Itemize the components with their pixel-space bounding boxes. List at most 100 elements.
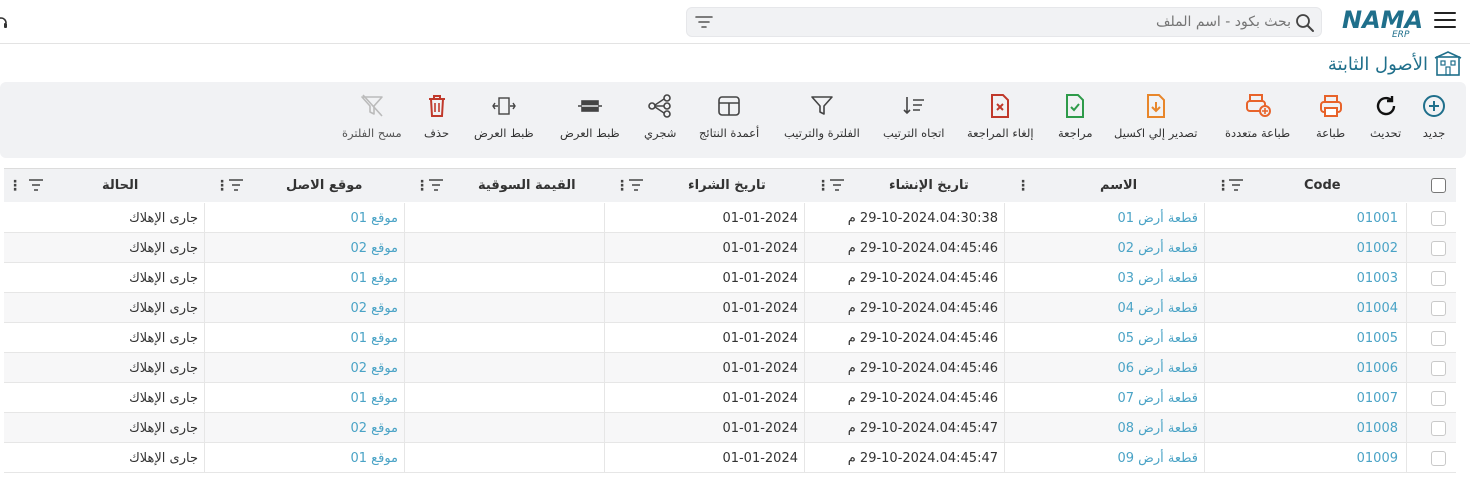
menu-hamburger-icon[interactable]	[1434, 12, 1456, 30]
cell-created: 29-10-2024.04:45:46 م	[847, 270, 998, 286]
table-row[interactable]: 01006 قطعة أرض 06 29-10-2024.04:45:46 م 01-…	[4, 353, 1456, 383]
cell-name[interactable]: قطعة أرض 03	[1117, 263, 1198, 293]
cell-code[interactable]: 01007	[1357, 383, 1398, 413]
column-menu-icon[interactable]: ⋮	[215, 169, 229, 202]
review-button[interactable]: مراجعة	[1058, 92, 1093, 140]
table-row[interactable]: 01001 قطعة أرض 01 29-10-2024.04:30:38 م 01-…	[4, 203, 1456, 233]
row-checkbox[interactable]	[1431, 210, 1446, 226]
cell-location[interactable]: موقع 02	[351, 293, 399, 323]
toolbar: جديد تحديث طباعة طباعة متعددة تصدير إلي …	[0, 82, 1466, 158]
row-checkbox[interactable]	[1431, 300, 1446, 316]
filter-lines-icon[interactable]	[695, 14, 713, 30]
row-checkbox[interactable]	[1431, 240, 1446, 256]
header-code[interactable]: Code	[1304, 169, 1341, 202]
select-all-checkbox[interactable]	[1431, 178, 1446, 193]
print-button[interactable]: طباعة	[1316, 92, 1345, 140]
result-columns-button[interactable]: أعمدة النتائج	[699, 92, 759, 140]
cell-code[interactable]: 01005	[1357, 323, 1398, 353]
column-menu-icon[interactable]: ⋮	[1016, 169, 1030, 202]
cell-name[interactable]: قطعة أرض 07	[1117, 383, 1198, 413]
building-icon	[1434, 51, 1462, 76]
column-filter-icon[interactable]	[1228, 179, 1244, 191]
cell-location[interactable]: موقع 01	[351, 323, 399, 353]
cell-status: جارى الإهلاك	[129, 420, 198, 436]
table-row[interactable]: 01005 قطعة أرض 05 29-10-2024.04:45:46 م 01-…	[4, 323, 1456, 353]
cell-code[interactable]: 01002	[1357, 233, 1398, 263]
search-input[interactable]	[771, 8, 1291, 36]
column-divider	[804, 443, 805, 473]
cell-location[interactable]: موقع 02	[351, 233, 399, 263]
column-menu-icon[interactable]: ⋮	[1216, 169, 1230, 202]
new-button[interactable]: جديد	[1422, 92, 1446, 140]
column-filter-icon[interactable]	[28, 179, 44, 191]
cell-name[interactable]: قطعة أرض 04	[1117, 293, 1198, 323]
row-checkbox[interactable]	[1431, 360, 1446, 376]
column-menu-icon[interactable]: ⋮	[816, 169, 830, 202]
header-purchase[interactable]: تاريخ الشراء	[688, 169, 766, 202]
column-menu-icon[interactable]: ⋮	[8, 169, 22, 202]
cell-location[interactable]: موقع 02	[351, 413, 399, 443]
table-row[interactable]: 01003 قطعة أرض 03 29-10-2024.04:45:46 م 01-…	[4, 263, 1456, 293]
header-created[interactable]: تاريخ الإنشاء	[889, 169, 969, 202]
filter-sort-button[interactable]: الفلترة والترتيب	[784, 92, 860, 140]
column-filter-icon[interactable]	[428, 179, 444, 191]
nama-erp-logo[interactable]: NAMA ERP	[1340, 4, 1423, 40]
header-location[interactable]: موقع الاصل	[286, 169, 362, 202]
refresh-button[interactable]: تحديث	[1370, 92, 1401, 140]
header-status[interactable]: الحالة	[102, 169, 138, 202]
row-checkbox[interactable]	[1431, 330, 1446, 346]
cell-code[interactable]: 01008	[1357, 413, 1398, 443]
export-excel-button[interactable]: تصدير إلي اكسيل	[1114, 92, 1197, 140]
table-row[interactable]: 01009 قطعة أرض 09 29-10-2024.04:45:47 م 01-…	[4, 443, 1456, 473]
cell-code[interactable]: 01004	[1357, 293, 1398, 323]
column-filter-icon[interactable]	[829, 179, 845, 191]
search-icon[interactable]	[1295, 13, 1315, 33]
headset-icon[interactable]	[0, 14, 8, 30]
cell-location[interactable]: موقع 01	[351, 203, 399, 233]
cell-code[interactable]: 01003	[1357, 263, 1398, 293]
cell-name[interactable]: قطعة أرض 09	[1117, 443, 1198, 473]
table-row[interactable]: 01008 قطعة أرض 08 29-10-2024.04:45:47 م 01-…	[4, 413, 1456, 443]
column-filter-icon[interactable]	[228, 179, 244, 191]
cancel-review-button[interactable]: إلغاء المراجعة	[967, 92, 1034, 140]
cell-name[interactable]: قطعة أرض 06	[1117, 353, 1198, 383]
fit-width-button-1[interactable]: ظبط العرض	[560, 92, 620, 140]
clear-filter-button[interactable]: مسح الفلترة	[342, 92, 402, 140]
header-name[interactable]: الاسم	[1100, 169, 1137, 202]
cell-name[interactable]: قطعة أرض 05	[1117, 323, 1198, 353]
trash-icon	[428, 95, 445, 117]
cell-location[interactable]: موقع 01	[351, 263, 399, 293]
cell-code[interactable]: 01009	[1357, 443, 1398, 473]
table-row[interactable]: 01004 قطعة أرض 04 29-10-2024.04:45:46 م 01-…	[4, 293, 1456, 323]
sort-direction-button[interactable]: اتجاه الترتيب	[883, 92, 944, 140]
cell-name[interactable]: قطعة أرض 08	[1117, 413, 1198, 443]
row-checkbox[interactable]	[1431, 390, 1446, 406]
header-market-value[interactable]: القيمة السوقية	[478, 169, 576, 202]
row-checkbox[interactable]	[1431, 420, 1446, 436]
column-filter-icon[interactable]	[628, 179, 644, 191]
cell-code[interactable]: 01001	[1357, 203, 1398, 233]
row-select-cell	[1431, 443, 1446, 473]
row-checkbox[interactable]	[1431, 270, 1446, 286]
cell-name[interactable]: قطعة أرض 02	[1117, 233, 1198, 263]
column-menu-icon[interactable]: ⋮	[615, 169, 629, 202]
column-divider	[804, 293, 805, 323]
column-divider	[604, 383, 605, 413]
tree-button[interactable]: شجري	[644, 92, 676, 140]
header-status-label: الحالة	[102, 178, 139, 193]
cell-location[interactable]: موقع 01	[351, 443, 399, 473]
cell-name[interactable]: قطعة أرض 01	[1117, 203, 1198, 233]
refresh-icon	[1376, 96, 1395, 116]
fit-width-button-2[interactable]: ظبط العرض	[474, 92, 534, 140]
table-row[interactable]: 01007 قطعة أرض 07 29-10-2024.04:45:46 م 01-…	[4, 383, 1456, 413]
cell-location[interactable]: موقع 02	[351, 353, 399, 383]
delete-button[interactable]: حذف	[424, 92, 449, 140]
table-row[interactable]: 01002 قطعة أرض 02 29-10-2024.04:45:46 م 01-…	[4, 233, 1456, 263]
column-menu-icon[interactable]: ⋮	[415, 169, 429, 202]
column-divider	[1004, 383, 1005, 413]
multi-print-button[interactable]: طباعة متعددة	[1225, 92, 1290, 140]
cell-code[interactable]: 01006	[1357, 353, 1398, 383]
sort-direction-label: اتجاه الترتيب	[883, 126, 945, 140]
row-checkbox[interactable]	[1431, 450, 1446, 466]
cell-location[interactable]: موقع 01	[351, 383, 399, 413]
